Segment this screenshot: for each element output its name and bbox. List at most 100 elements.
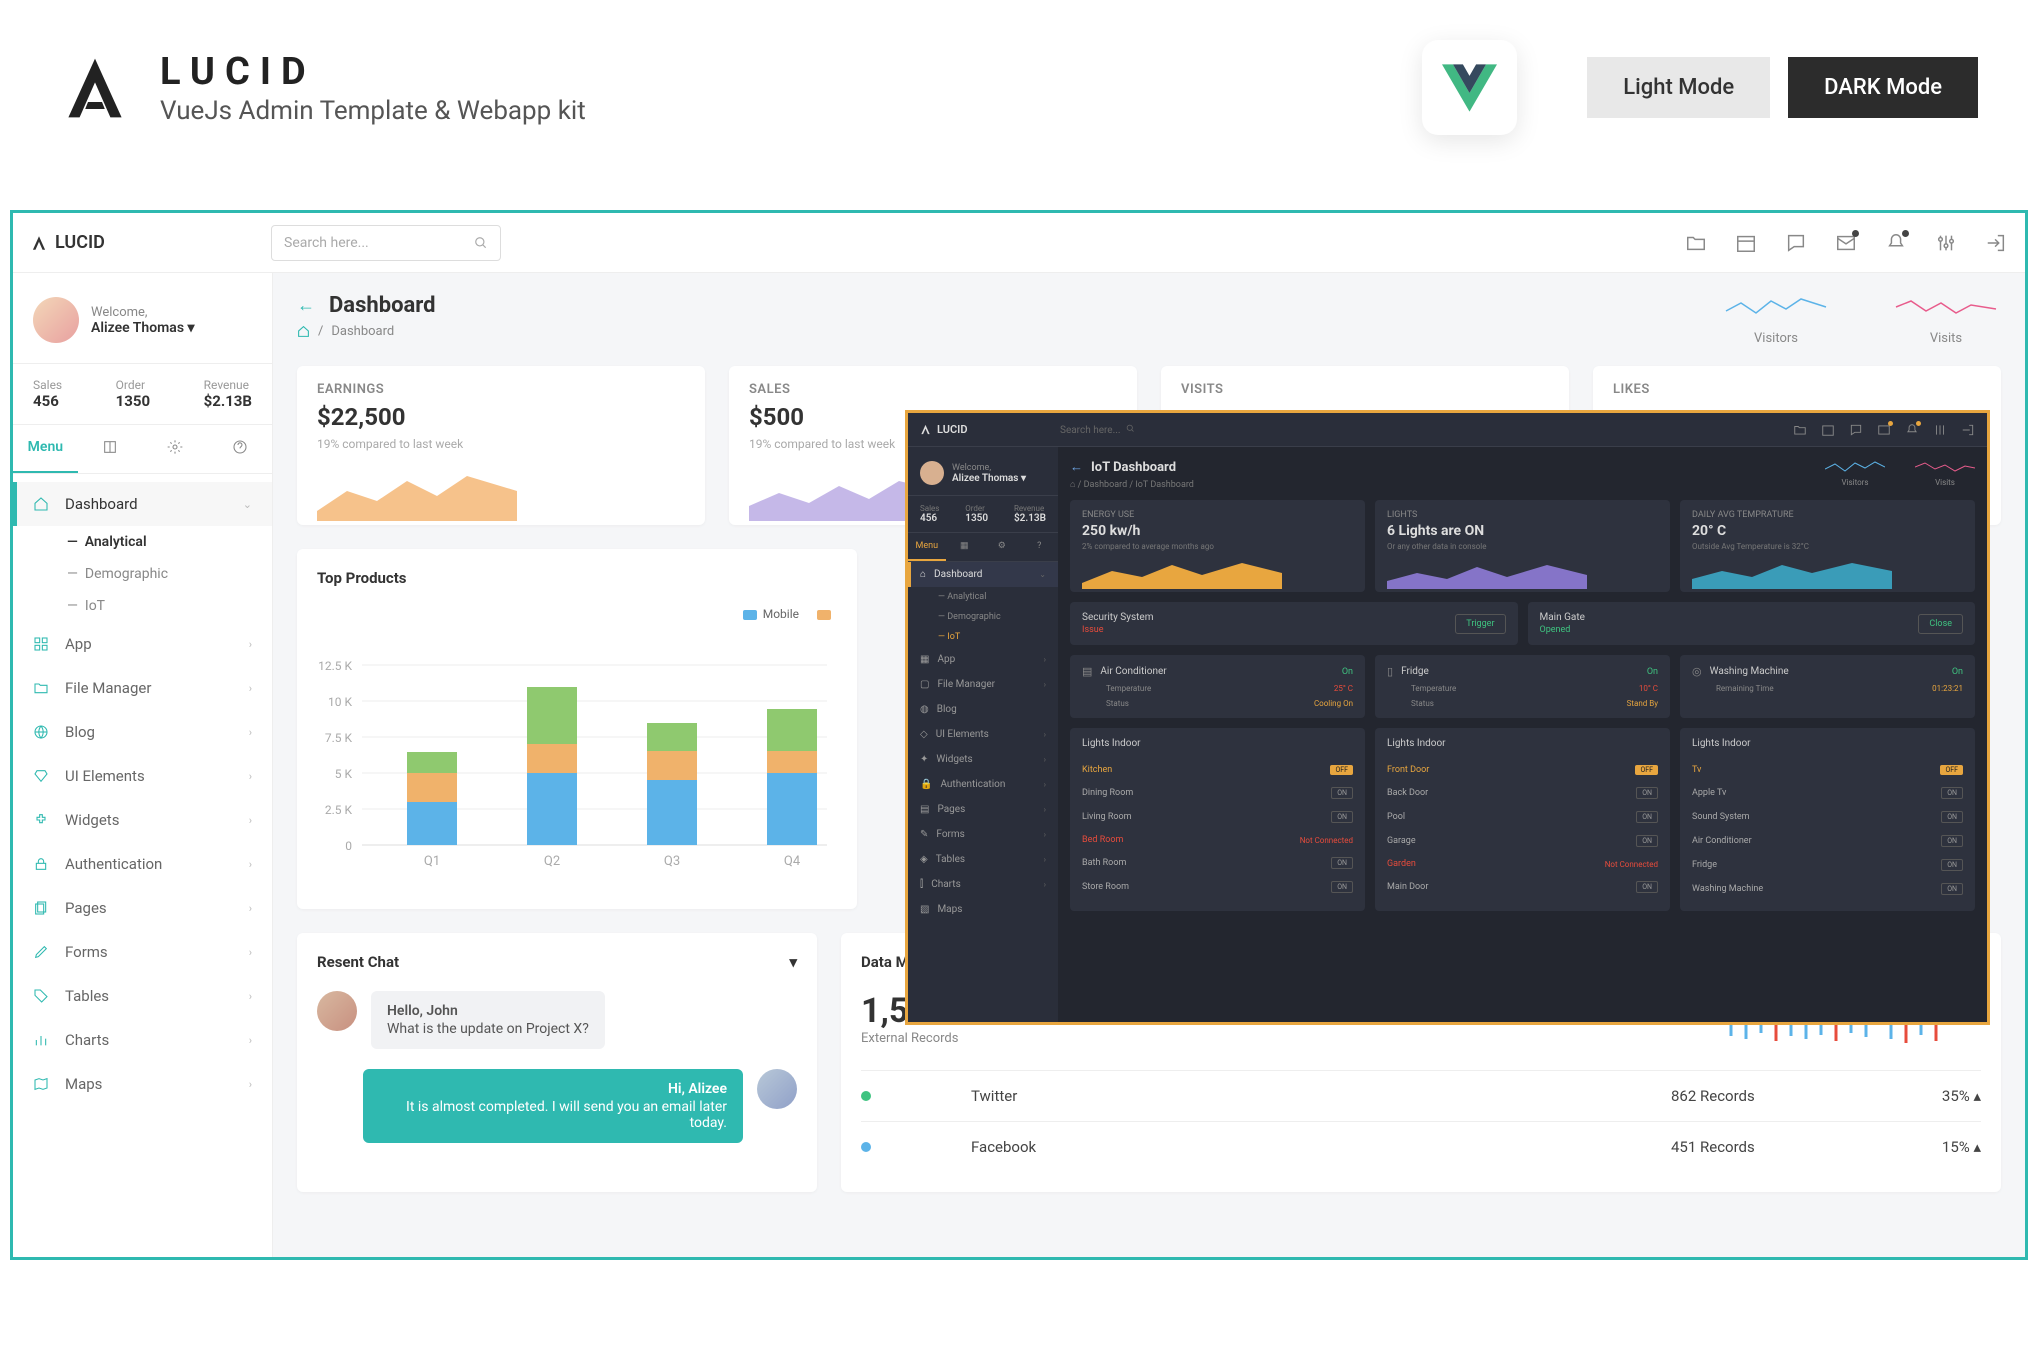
folder-icon[interactable] bbox=[1793, 423, 1807, 437]
toggle-badge[interactable]: ON bbox=[1636, 787, 1658, 799]
toggle-badge[interactable]: OFF bbox=[1330, 765, 1353, 775]
sidebar-item-analytical[interactable]: — Analytical bbox=[908, 587, 1058, 607]
dark-mode-button[interactable]: DARK Mode bbox=[1788, 57, 1978, 118]
tab-help-icon[interactable] bbox=[207, 425, 272, 473]
sidebar-item-demographic[interactable]: — Demographic bbox=[908, 607, 1058, 627]
tab-book-icon[interactable]: ▦ bbox=[946, 533, 984, 561]
light-mode-button[interactable]: Light Mode bbox=[1587, 57, 1770, 118]
light-row[interactable]: GarageON bbox=[1387, 829, 1658, 853]
sidebar-item-ui[interactable]: ◇UI Elements› bbox=[908, 722, 1058, 747]
sidebar-item-file-manager[interactable]: ▢File Manager› bbox=[908, 672, 1058, 697]
user-block[interactable]: Welcome,Alizee Thomas ▾ bbox=[908, 457, 1058, 495]
light-row[interactable]: KitchenOFF bbox=[1082, 759, 1353, 781]
card-menu-icon[interactable]: ▾ bbox=[789, 953, 797, 971]
bell-icon[interactable] bbox=[1885, 232, 1907, 254]
light-row[interactable]: PoolON bbox=[1387, 805, 1658, 829]
sidebar-item-app[interactable]: ▦App› bbox=[908, 647, 1058, 672]
back-icon[interactable]: ← bbox=[1070, 459, 1083, 475]
toggle-badge[interactable]: ON bbox=[1941, 811, 1963, 823]
calendar-icon[interactable] bbox=[1735, 232, 1757, 254]
light-row[interactable]: FridgeON bbox=[1692, 853, 1963, 877]
sidebar-item-forms[interactable]: ✎Forms› bbox=[908, 822, 1058, 847]
sidebar-item-widgets[interactable]: ✦Widgets› bbox=[908, 747, 1058, 772]
sidebar-item-iot[interactable]: — IoT bbox=[13, 590, 272, 622]
logout-icon[interactable] bbox=[1961, 423, 1975, 437]
toggle-badge[interactable]: ON bbox=[1636, 811, 1658, 823]
chat-icon[interactable] bbox=[1849, 423, 1863, 437]
sidebar-item-file-manager[interactable]: File Manager› bbox=[13, 666, 272, 710]
light-row[interactable]: TvOFF bbox=[1692, 759, 1963, 781]
calendar-icon[interactable] bbox=[1821, 423, 1835, 437]
sidebar-item-ui[interactable]: UI Elements› bbox=[13, 754, 272, 798]
sidebar-item-pages[interactable]: Pages› bbox=[13, 886, 272, 930]
sidebar-item-auth[interactable]: 🔒Authentication› bbox=[908, 772, 1058, 797]
light-row[interactable]: Apple TvON bbox=[1692, 781, 1963, 805]
light-row[interactable]: Washing MachineON bbox=[1692, 877, 1963, 901]
sidebar-item-demographic[interactable]: — Demographic bbox=[13, 558, 272, 590]
sidebar-item-forms[interactable]: Forms› bbox=[13, 930, 272, 974]
sidebar-item-charts[interactable]: Charts› bbox=[13, 1018, 272, 1062]
toggle-badge[interactable]: ON bbox=[1331, 857, 1353, 869]
folder-icon[interactable] bbox=[1685, 232, 1707, 254]
toggle-badge[interactable]: ON bbox=[1636, 835, 1658, 847]
tab-menu[interactable]: Menu bbox=[13, 425, 78, 473]
logout-icon[interactable] bbox=[1985, 232, 2007, 254]
toggle-badge[interactable]: ON bbox=[1331, 787, 1353, 799]
toggle-badge[interactable]: ON bbox=[1941, 883, 1963, 895]
user-block[interactable]: Welcome, Alizee Thomas ▾ bbox=[13, 289, 272, 363]
sidebar-item-blog[interactable]: Blog› bbox=[13, 710, 272, 754]
light-row[interactable]: Bath RoomON bbox=[1082, 851, 1353, 875]
light-row[interactable]: Sound SystemON bbox=[1692, 805, 1963, 829]
toggle-badge[interactable]: ON bbox=[1636, 881, 1658, 893]
tab-gear-icon[interactable] bbox=[143, 425, 208, 473]
back-icon[interactable]: ← bbox=[297, 295, 315, 316]
light-row[interactable]: Main DoorON bbox=[1387, 875, 1658, 899]
toggle-badge[interactable]: OFF bbox=[1940, 765, 1963, 775]
search-input[interactable]: Search here... bbox=[1060, 424, 1220, 436]
toggle-badge[interactable]: ON bbox=[1331, 881, 1353, 893]
sidebar-item-analytical[interactable]: — Analytical bbox=[13, 526, 272, 558]
tab-menu[interactable]: Menu bbox=[908, 533, 946, 561]
toggle-badge[interactable]: ON bbox=[1941, 859, 1963, 871]
light-row[interactable]: Store RoomON bbox=[1082, 875, 1353, 899]
sidebar-item-dashboard[interactable]: Dashboard⌄ bbox=[13, 482, 272, 526]
light-row[interactable]: Air ConditionerON bbox=[1692, 829, 1963, 853]
light-row[interactable]: Back DoorON bbox=[1387, 781, 1658, 805]
sidebar-item-iot[interactable]: — IoT bbox=[908, 627, 1058, 647]
sidebar-item-tables[interactable]: Tables› bbox=[13, 974, 272, 1018]
sidebar-item-maps[interactable]: ▧Maps bbox=[908, 897, 1058, 922]
bell-icon[interactable] bbox=[1905, 423, 1919, 437]
close-button[interactable]: Close bbox=[1918, 614, 1963, 634]
toggle-badge[interactable]: ON bbox=[1941, 787, 1963, 799]
trigger-button[interactable]: Trigger bbox=[1455, 614, 1505, 634]
light-row[interactable]: Dining RoomON bbox=[1082, 781, 1353, 805]
diamond-icon: ◇ bbox=[920, 729, 928, 740]
sidebar-item-auth[interactable]: Authentication› bbox=[13, 842, 272, 886]
settings-icon[interactable] bbox=[1935, 232, 1957, 254]
light-row[interactable]: GardenNot Connected bbox=[1387, 853, 1658, 875]
sidebar-item-app[interactable]: App› bbox=[13, 622, 272, 666]
sidebar-item-widgets[interactable]: Widgets› bbox=[13, 798, 272, 842]
column-header: Lights Indoor bbox=[1387, 738, 1658, 749]
toggle-badge[interactable]: ON bbox=[1331, 811, 1353, 823]
tab-help-icon[interactable]: ? bbox=[1021, 533, 1059, 561]
sidebar-item-blog[interactable]: ◍Blog bbox=[908, 697, 1058, 722]
sidebar-item-charts[interactable]: ⫿Charts› bbox=[908, 872, 1058, 897]
tab-gear-icon[interactable]: ⚙ bbox=[983, 533, 1021, 561]
light-row[interactable]: Bed RoomNot Connected bbox=[1082, 829, 1353, 851]
light-row[interactable]: Living RoomON bbox=[1082, 805, 1353, 829]
light-row[interactable]: Front DoorOFF bbox=[1387, 759, 1658, 781]
search-input[interactable]: Search here... bbox=[271, 225, 501, 261]
bar-chart-icon bbox=[33, 1032, 51, 1048]
chat-icon[interactable] bbox=[1785, 232, 1807, 254]
sidebar-item-dashboard[interactable]: ⌂Dashboard⌄ bbox=[908, 562, 1058, 587]
settings-icon[interactable] bbox=[1933, 423, 1947, 437]
toggle-badge[interactable]: ON bbox=[1941, 835, 1963, 847]
sidebar-item-maps[interactable]: Maps› bbox=[13, 1062, 272, 1106]
sidebar-item-tables[interactable]: ◈Tables› bbox=[908, 847, 1058, 872]
toggle-badge[interactable]: OFF bbox=[1635, 765, 1658, 775]
mail-icon[interactable] bbox=[1835, 232, 1857, 254]
sidebar-item-pages[interactable]: ▤Pages› bbox=[908, 797, 1058, 822]
tab-book-icon[interactable] bbox=[78, 425, 143, 473]
mail-icon[interactable] bbox=[1877, 423, 1891, 437]
